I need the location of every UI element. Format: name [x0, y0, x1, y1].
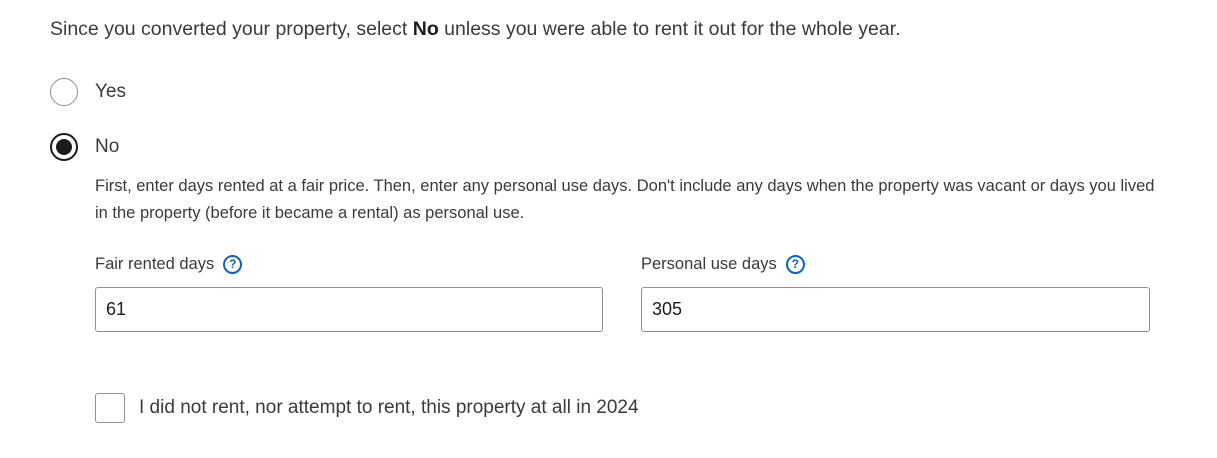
no-rent-checkbox[interactable] — [95, 392, 125, 423]
days-instruction-text: First, enter days rented at a fair price… — [95, 177, 1155, 222]
intro-instruction: Since you converted your property, selec… — [50, 16, 901, 42]
question-circle-icon[interactable]: ? — [223, 254, 243, 274]
personal-use-days-field: Personal use days ? — [641, 251, 1150, 332]
fair-rented-days-label: Fair rented days — [95, 254, 215, 273]
no-rent-checkbox-label: I did not rent, nor attempt to rent, thi… — [139, 396, 639, 418]
radio-button-yes[interactable] — [50, 78, 78, 106]
radio-label-no: No — [95, 136, 120, 157]
fair-rented-days-input[interactable] — [95, 287, 603, 332]
intro-text-before: Since you converted your property, selec… — [50, 18, 413, 40]
radio-option-no[interactable]: No — [50, 132, 119, 162]
radio-option-yes[interactable]: Yes — [50, 77, 126, 107]
no-rent-checkbox-row[interactable]: I did not rent, nor attempt to rent, thi… — [95, 392, 639, 423]
radio-button-no[interactable] — [50, 133, 78, 161]
personal-use-days-label-row: Personal use days ? — [641, 251, 1150, 277]
personal-use-days-input[interactable] — [641, 287, 1150, 332]
question-circle-icon[interactable]: ? — [785, 254, 805, 274]
fair-rented-days-label-row: Fair rented days ? — [95, 251, 603, 277]
radio-label-yes: Yes — [95, 81, 126, 102]
fair-rented-days-field: Fair rented days ? — [95, 251, 603, 332]
intro-text-after: unless you were able to rent it out for … — [438, 18, 901, 40]
intro-text-bold: No — [412, 18, 439, 40]
personal-use-days-label: Personal use days — [641, 254, 777, 273]
